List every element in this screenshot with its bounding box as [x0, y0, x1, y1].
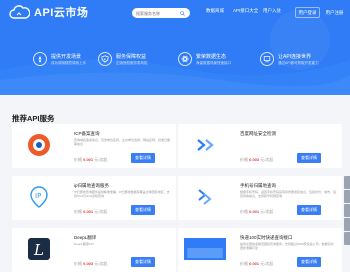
api-price: 价格 0.001 元/次起: [240, 261, 274, 266]
feature-item: 繁荣数据生态 海量数据场景快速接口: [178, 52, 231, 66]
search-box[interactable]: [132, 8, 190, 18]
price-unit: 元/次起: [94, 209, 108, 214]
feature-subtitle: 正版授权服务零风险: [116, 60, 148, 65]
price-value: 0.001: [83, 157, 94, 162]
api-name[interactable]: 百度网址安全检测: [240, 131, 276, 137]
side-tab[interactable]: [344, 190, 350, 203]
api-card[interactable]: L DeepL翻译 DeepL翻译API 价格 0.003 元/次起 查看详情: [12, 228, 176, 272]
feature-title: 提供开发场景: [51, 53, 82, 60]
price-unit: 元/次起: [94, 157, 108, 162]
feature-subtitle: 成功调用随意调用上手: [51, 60, 86, 65]
api-desc: DeepL翻译API: [74, 242, 94, 246]
api-name[interactable]: 快递100实时快递查询接口: [240, 235, 293, 241]
feature-strip: 提供开发场景 成功调用随意调用上手 ¥ 服务保障权益 正版授权服务零风险 繁荣数据生…: [0, 52, 350, 80]
price-value: 0.001: [249, 209, 260, 214]
view-detail-button[interactable]: 查看详情: [297, 257, 321, 267]
price-unit: 元/次起: [94, 261, 108, 266]
side-tab[interactable]: [344, 176, 350, 189]
feature-item: 提供开发场景 成功调用随意调用上手: [33, 52, 86, 66]
price-unit: 元/次起: [260, 261, 274, 266]
api-name[interactable]: 手机号归属地查询: [240, 183, 276, 189]
menu-data-mall[interactable]: 数据商城: [206, 8, 224, 14]
rocket-icon: [33, 52, 47, 66]
feature-item: ¥ 服务保障权益 正版授权服务零风险: [98, 52, 148, 66]
feature-title: 让API连接世界: [278, 53, 312, 60]
register-button[interactable]: 用户注册: [322, 7, 347, 18]
api-name[interactable]: ip归属地查询服务: [74, 183, 109, 189]
price-value: 0.001: [83, 209, 94, 214]
svg-text:IP: IP: [35, 192, 41, 200]
api-name[interactable]: DeepL翻译: [74, 235, 96, 241]
api-price: 价格 0.001 元/次起: [240, 209, 274, 214]
search-input[interactable]: [136, 10, 180, 16]
express-icon: [184, 238, 226, 260]
feature-title: 服务保障权益: [116, 53, 147, 60]
price-unit: 元/次起: [260, 157, 274, 162]
atom-icon: [178, 52, 192, 66]
login-button[interactable]: 用户登录: [295, 7, 320, 18]
icp-logo-icon: [28, 134, 50, 156]
api-card[interactable]: 百度网址安全检测 价格 0.003 元/次起 查看详情: [178, 124, 342, 168]
feature-item: 让API连接世界 通过API即可获取开发能力: [260, 52, 319, 66]
side-tab[interactable]: [344, 232, 350, 245]
api-card[interactable]: 快递100实时快递查询接口 提供全国快递物流跟踪查询服务，支持超过2000家快递…: [178, 228, 342, 272]
view-detail-button[interactable]: 查看详情: [297, 205, 321, 215]
feature-subtitle: 海量数据场景快速接口: [196, 60, 231, 65]
svg-text:¥: ¥: [104, 57, 106, 61]
shield-icon: ¥: [98, 52, 112, 66]
search-icon[interactable]: [180, 10, 185, 16]
view-detail-button[interactable]: 查看详情: [131, 257, 155, 267]
api-desc: IP归属地查询服务提供精准准确，IP归属地数据库覆盖全球国家地区，支持IPv4与…: [74, 190, 170, 198]
feature-subtitle: 通过API即可获取开发能力: [278, 60, 319, 65]
api-price: 价格 0.001 元/次起: [74, 157, 108, 162]
api-card[interactable]: 手机号归属地查询 根据手机号码，返回手机号码运营商所属地区信息，包括省份、城市、…: [178, 176, 342, 220]
svg-text:L: L: [33, 241, 44, 259]
feature-title: 繁荣数据生态: [196, 53, 227, 60]
logo-text: API云市场: [34, 7, 89, 19]
side-tab[interactable]: [344, 204, 350, 217]
price-value: 0.001: [249, 261, 260, 266]
view-detail-button[interactable]: 查看详情: [297, 153, 321, 163]
cloud-logo-icon: [9, 4, 30, 19]
api-card[interactable]: IP ip归属地查询服务 IP归属地查询服务提供精准准确，IP归属地数据库覆盖全…: [12, 176, 176, 220]
side-tab[interactable]: [344, 218, 350, 231]
api-name[interactable]: ICP备案查询: [74, 131, 100, 137]
ip-icon: IP: [30, 186, 48, 208]
phone-icon: [198, 189, 212, 205]
side-float-tabs: [344, 176, 350, 246]
top-nav: API云市场 数据商城 API接口大全 用户入驻 用户登录 用户注册: [0, 0, 350, 24]
price-value: 0.003: [249, 157, 260, 162]
deepl-icon: L: [28, 238, 50, 260]
view-detail-button[interactable]: 查看详情: [131, 205, 155, 215]
price-value: 0.003: [83, 261, 94, 266]
link-icon: [260, 52, 274, 66]
view-detail-button[interactable]: 查看详情: [131, 153, 155, 163]
logo[interactable]: API云市场: [9, 4, 88, 20]
api-desc: 提供全国快递物流跟踪查询服务，支持超过2000家快递公司，数据实时更新准确可靠: [240, 242, 334, 250]
api-desc: 根据手机号码，返回手机号码运营商所属地区信息，包括省份、城市、运营商等信息，支持…: [240, 190, 337, 198]
api-card[interactable]: ICP备案查询 查询域名备案信息，包含单位名称，主办单位性质，网站名称，批准日期…: [12, 124, 176, 168]
api-price: 价格 0.003 元/次起: [74, 261, 108, 266]
menu-user-entry[interactable]: 用户入驻: [263, 8, 281, 14]
baidu-check-icon: [197, 139, 214, 151]
price-unit: 元/次起: [260, 209, 274, 214]
api-desc: 查询域名备案信息，包含单位名称，主办单位性质，网站名称，批准日期等信息: [74, 138, 171, 146]
api-price: 价格 0.001 元/次起: [74, 209, 108, 214]
section-title: 推荐API服务: [12, 114, 55, 123]
api-price: 价格 0.003 元/次起: [240, 157, 274, 162]
menu-api-list[interactable]: API接口大全: [233, 8, 258, 14]
